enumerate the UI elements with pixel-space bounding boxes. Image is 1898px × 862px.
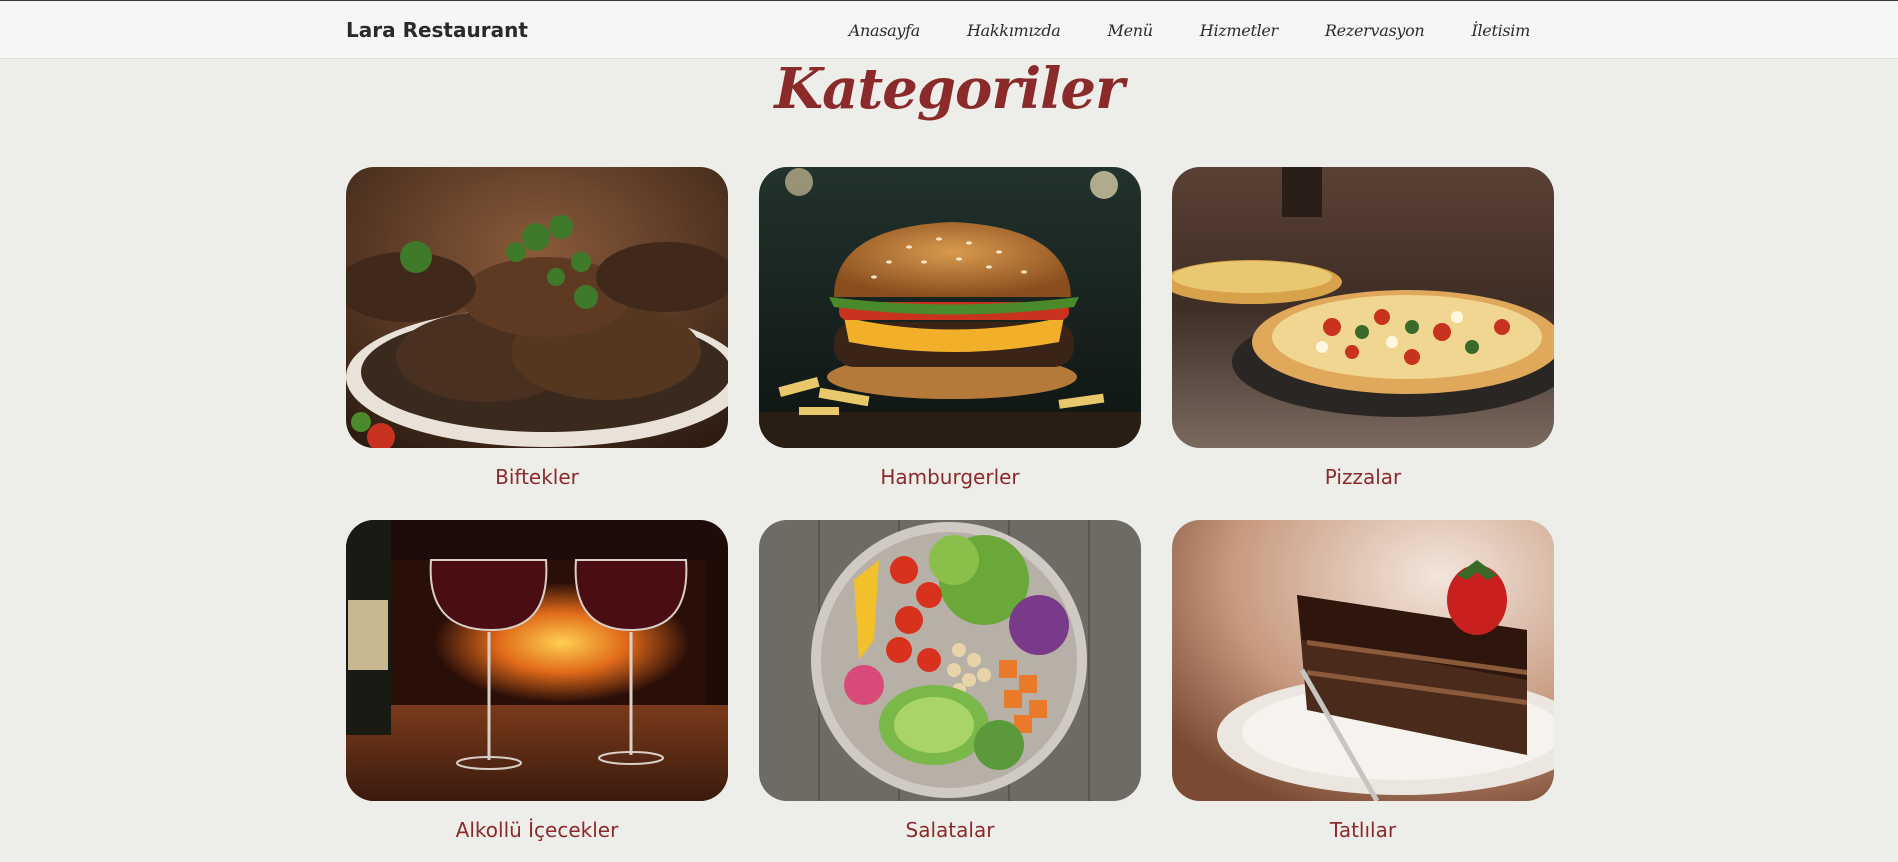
category-card-salatalar[interactable]: Salatalar [759, 520, 1141, 862]
nav-link-rezervasyon[interactable]: Rezervasyon [1325, 21, 1425, 40]
nav-link-hakkimizda[interactable]: Hakkımızda [967, 21, 1061, 40]
nav-link-anasayfa[interactable]: Anasayfa [849, 21, 921, 40]
pizza-photo[interactable] [1172, 167, 1554, 448]
nav-links: Anasayfa Hakkımızda Menü Hizmetler Rezer… [802, 21, 1531, 40]
navbar: Lara Restaurant Anasayfa Hakkımızda Menü… [0, 0, 1898, 59]
nav-link-iletisim[interactable]: İletisim [1471, 21, 1530, 40]
category-label[interactable]: Alkollü İçecekler [346, 818, 728, 862]
grilled-steaks-photo[interactable] [346, 167, 728, 448]
nav-link-hizmetler[interactable]: Hizmetler [1200, 21, 1278, 40]
category-card-biftekler[interactable]: Biftekler [346, 167, 728, 520]
category-label[interactable]: Pizzalar [1172, 465, 1554, 520]
salad-bowl-photo[interactable] [759, 520, 1141, 801]
category-grid: Biftekler Hamburgerler Pizzalar Alkollü … [346, 167, 1554, 862]
wine-glasses-photo[interactable] [346, 520, 728, 801]
category-label[interactable]: Salatalar [759, 818, 1141, 862]
page-title: Kategoriler [774, 56, 1124, 122]
category-card-pizzalar[interactable]: Pizzalar [1172, 167, 1554, 520]
nav-link-menu[interactable]: Menü [1108, 21, 1154, 40]
category-label[interactable]: Hamburgerler [759, 465, 1141, 520]
chocolate-cake-photo[interactable] [1172, 520, 1554, 801]
category-card-tatlilar[interactable]: Tatlılar [1172, 520, 1554, 862]
brand-logo-link[interactable]: Lara Restaurant [346, 18, 528, 42]
category-label[interactable]: Tatlılar [1172, 818, 1554, 862]
category-card-hamburgerler[interactable]: Hamburgerler [759, 167, 1141, 520]
category-label[interactable]: Biftekler [346, 465, 728, 520]
category-card-alkollu-icecekler[interactable]: Alkollü İçecekler [346, 520, 728, 862]
burger-photo[interactable] [759, 167, 1141, 448]
